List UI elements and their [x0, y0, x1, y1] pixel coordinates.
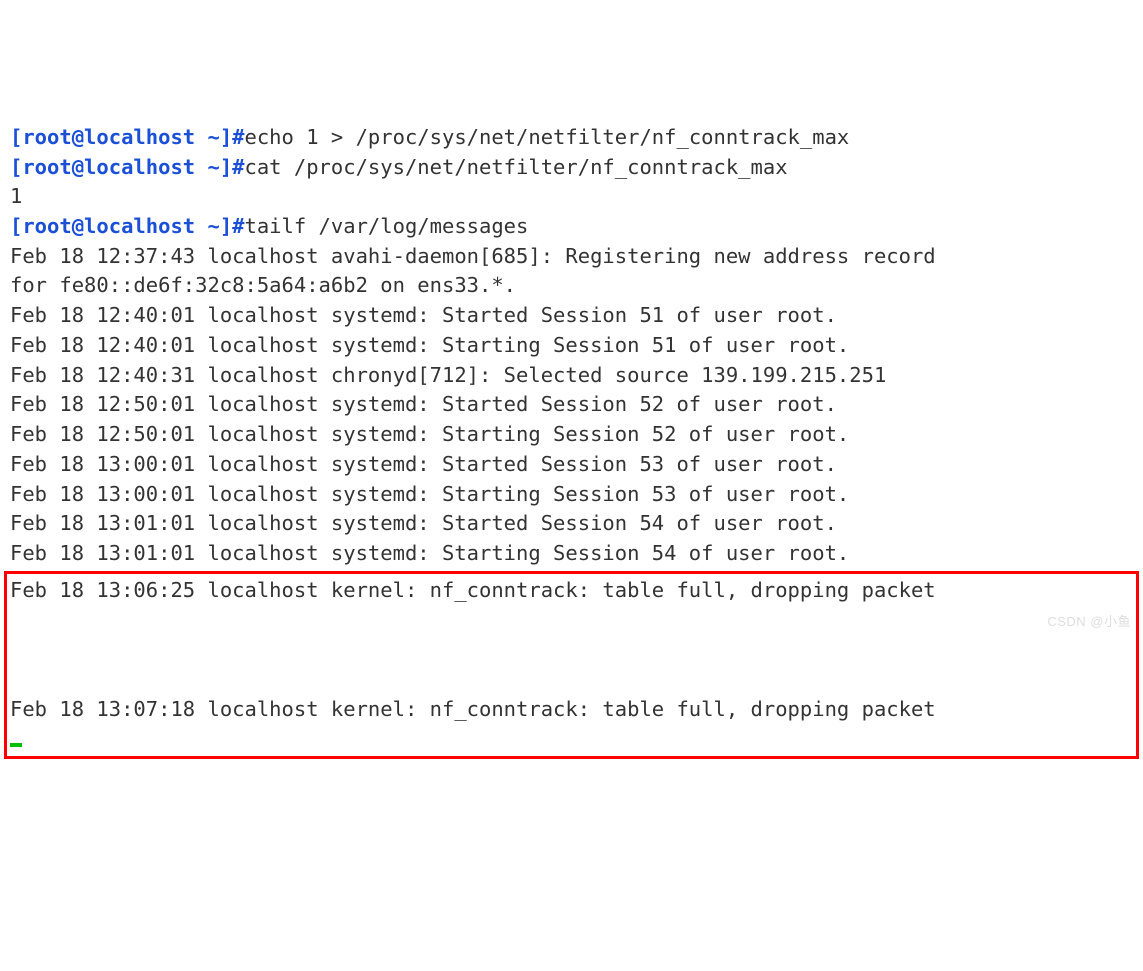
log-line: Feb 18 12:50:01 localhost systemd: Start…: [10, 392, 837, 416]
terminal-output[interactable]: [root@localhost ~]#echo 1 > /proc/sys/ne…: [10, 123, 1133, 759]
command-text: cat /proc/sys/net/netfilter/nf_conntrack…: [245, 155, 788, 179]
shell-prompt: [root@localhost ~]#: [10, 155, 245, 179]
log-line: Feb 18 13:01:01 localhost systemd: Start…: [10, 511, 837, 535]
log-line: Feb 18 13:00:01 localhost systemd: Start…: [10, 482, 849, 506]
log-line-error: Feb 18 13:07:18 localhost kernel: nf_con…: [10, 697, 936, 721]
log-line: Feb 18 12:50:01 localhost systemd: Start…: [10, 422, 849, 446]
log-line: for fe80::de6f:32c8:5a64:a6b2 on ens33.*…: [10, 273, 516, 297]
command-text: echo 1 > /proc/sys/net/netfilter/nf_conn…: [245, 125, 850, 149]
terminal-cursor: [10, 743, 22, 747]
highlight-box: Feb 18 13:06:25 localhost kernel: nf_con…: [4, 571, 1139, 759]
log-line: Feb 18 12:37:43 localhost avahi-daemon[6…: [10, 244, 936, 268]
output-line: 1: [10, 184, 22, 208]
watermark-text: CSDN @小鱼: [1047, 613, 1131, 632]
log-line: Feb 18 13:01:01 localhost systemd: Start…: [10, 541, 849, 565]
log-line: Feb 18 13:00:01 localhost systemd: Start…: [10, 452, 837, 476]
log-line: Feb 18 12:40:01 localhost systemd: Start…: [10, 333, 849, 357]
log-line: Feb 18 12:40:01 localhost systemd: Start…: [10, 303, 837, 327]
shell-prompt: [root@localhost ~]#: [10, 214, 245, 238]
log-line-error: Feb 18 13:06:25 localhost kernel: nf_con…: [10, 578, 936, 602]
shell-prompt: [root@localhost ~]#: [10, 125, 245, 149]
log-line: Feb 18 12:40:31 localhost chronyd[712]: …: [10, 363, 886, 387]
command-text: tailf /var/log/messages: [245, 214, 529, 238]
